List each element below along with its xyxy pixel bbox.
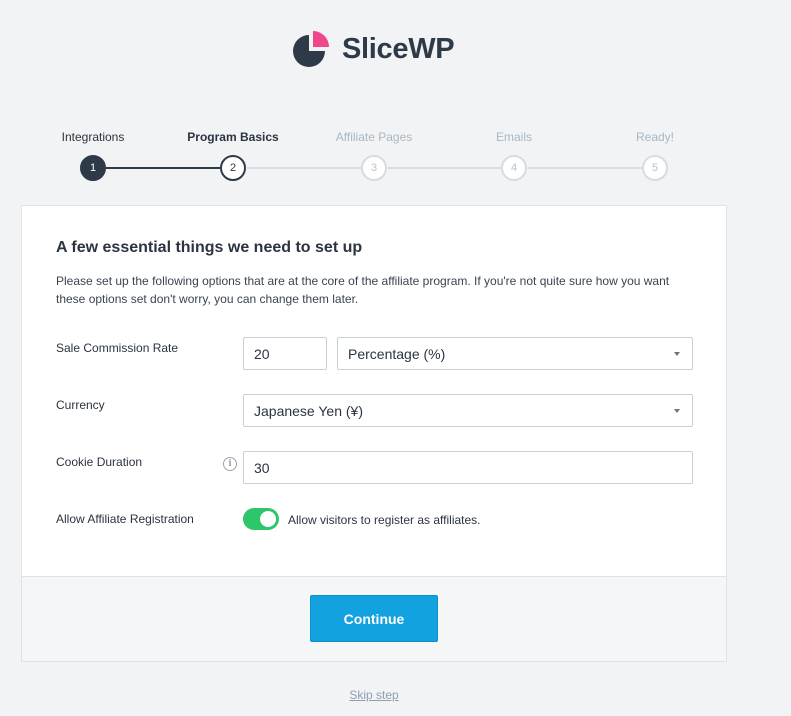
step-circle-4: 4 [501, 155, 527, 181]
step-connector-1 [106, 167, 220, 169]
step-circle-3: 3 [361, 155, 387, 181]
step-label-program-basics: Program Basics [187, 130, 279, 144]
info-icon[interactable]: i [223, 457, 237, 471]
cookie-duration-value: 30 [254, 459, 270, 476]
step-label-affiliate-pages: Affiliate Pages [335, 130, 413, 144]
commission-rate-value: 20 [254, 345, 270, 362]
form-description: Please set up the following options that… [56, 274, 670, 306]
setup-card: A few essential things we need to set up… [21, 205, 727, 662]
step-circle-1: 1 [80, 155, 106, 181]
currency-select[interactable]: Japanese Yen (¥) [243, 394, 693, 427]
step-circle-5: 5 [642, 155, 668, 181]
step-label-emails: Emails [495, 130, 533, 144]
affiliate-registration-toggle[interactable] [243, 508, 279, 530]
commission-type-select[interactable]: Percentage (%) [337, 337, 693, 370]
skip-step-link[interactable]: Skip step [349, 688, 398, 702]
step-connector-2 [247, 167, 361, 169]
step-circle-2: 2 [220, 155, 246, 181]
commission-rate-input[interactable]: 20 [243, 337, 327, 370]
step-connector-4 [528, 167, 642, 169]
form-title: A few essential things we need to set up [56, 239, 363, 256]
setup-form: A few essential things we need to set up… [22, 206, 726, 576]
chevron-down-icon [674, 352, 680, 356]
currency-label: Currency [56, 398, 105, 412]
step-connector-3 [388, 167, 502, 169]
commission-rate-label: Sale Commission Rate [56, 341, 179, 355]
commission-type-value: Percentage (%) [348, 345, 446, 362]
currency-value: Japanese Yen (¥) [254, 402, 363, 419]
continue-button[interactable]: Continue [310, 595, 438, 642]
progress-stepper: Integrations 1 Program Basics 2 Affiliat… [0, 0, 791, 200]
step-label-integrations: Integrations [61, 130, 125, 144]
cookie-duration-input[interactable]: 30 [243, 451, 693, 484]
affiliate-registration-label: Allow Affiliate Registration [56, 512, 194, 526]
step-label-ready: Ready! [635, 130, 675, 144]
affiliate-registration-toggle-text: Allow visitors to register as affiliates… [288, 513, 481, 527]
cookie-duration-label: Cookie Duration [56, 455, 143, 469]
card-footer: Continue [22, 576, 726, 661]
toggle-knob [260, 511, 276, 527]
chevron-down-icon [674, 409, 680, 413]
